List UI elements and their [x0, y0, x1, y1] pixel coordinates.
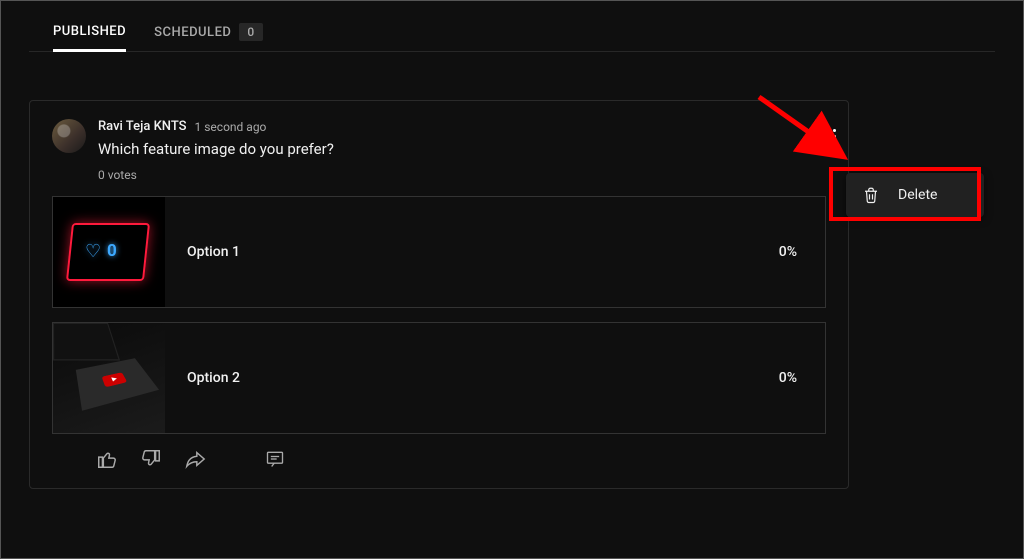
poll-option[interactable]: Option 2 0% [52, 322, 826, 434]
delete-menu-item[interactable]: Delete [846, 173, 984, 217]
option-thumbnail: ♡ 0 [53, 197, 165, 307]
option-percent: 0% [779, 244, 825, 260]
share-icon [184, 448, 206, 470]
post-meta: Ravi Teja KNTS 1 second ago Which featur… [98, 119, 826, 182]
poll-option[interactable]: ♡ 0 Option 1 0% [52, 196, 826, 308]
more-vertical-icon [833, 129, 836, 144]
tab-label: SCHEDULED [154, 25, 231, 40]
tabs-bar: PUBLISHED SCHEDULED 0 [29, 1, 995, 52]
post-header: Ravi Teja KNTS 1 second ago Which featur… [52, 119, 826, 182]
post-text: Which feature image do you prefer? [98, 140, 826, 158]
author-name: Ravi Teja KNTS [98, 119, 187, 134]
dislike-button[interactable] [140, 448, 162, 470]
option-label: Option 1 [165, 244, 779, 260]
trash-icon [862, 186, 880, 204]
options-menu: Delete [846, 173, 984, 217]
scheduled-count-badge: 0 [239, 23, 262, 41]
avatar[interactable] [52, 119, 86, 153]
comment-button[interactable] [264, 448, 286, 470]
tab-published[interactable]: PUBLISHED [53, 14, 126, 52]
share-button[interactable] [184, 448, 206, 470]
like-button[interactable] [96, 448, 118, 470]
community-post-card: Ravi Teja KNTS 1 second ago Which featur… [29, 100, 849, 489]
vote-count: 0 votes [98, 168, 826, 182]
post-time: 1 second ago [195, 120, 267, 134]
comment-icon [265, 449, 285, 469]
option-label: Option 2 [165, 370, 779, 386]
option-percent: 0% [779, 370, 825, 386]
option-thumbnail [53, 323, 165, 433]
thumbs-up-icon [96, 448, 118, 470]
poll-options: ♡ 0 Option 1 0% Option 2 0% [52, 196, 826, 434]
tab-scheduled[interactable]: SCHEDULED 0 [154, 13, 263, 51]
post-actions [96, 448, 826, 470]
tab-label: PUBLISHED [53, 24, 126, 39]
more-options-button[interactable] [827, 123, 842, 150]
thumbs-down-icon [140, 448, 162, 470]
menu-item-label: Delete [898, 187, 937, 203]
